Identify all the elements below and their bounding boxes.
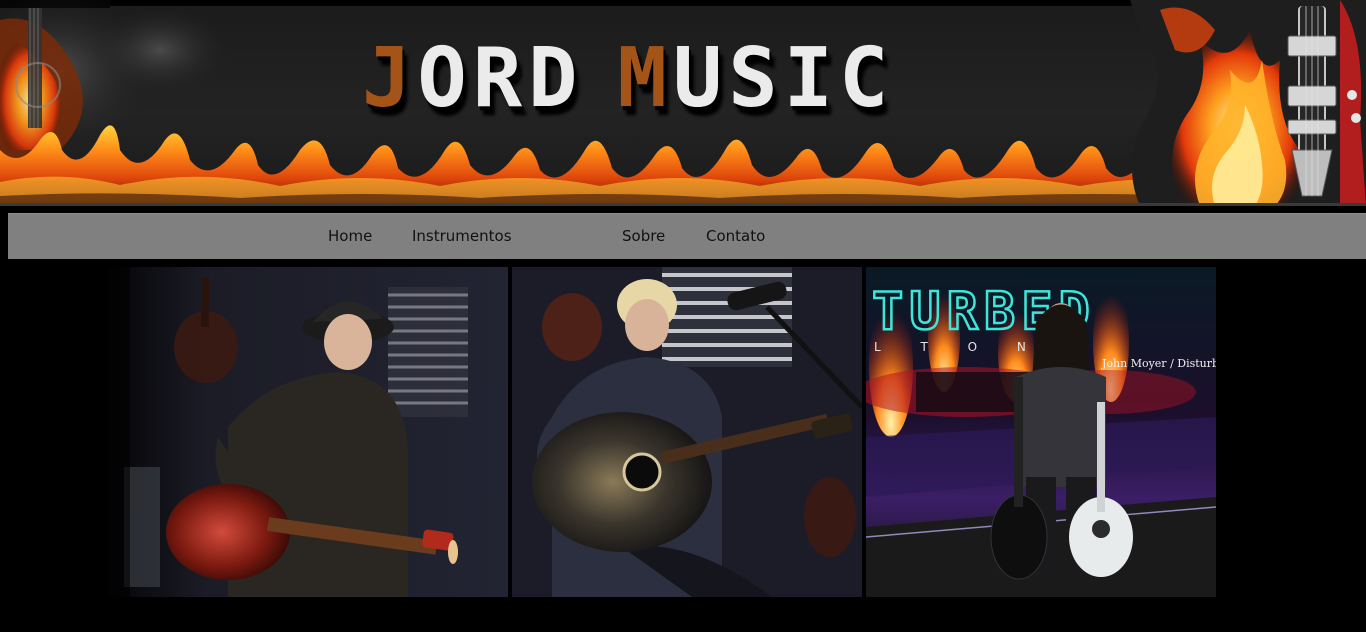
nav-link-contato[interactable]: Contato	[706, 227, 765, 245]
logo-word-usic: USIC	[672, 31, 895, 126]
photo-caption: John Moyer / Disturbed	[1101, 357, 1216, 370]
logo-initial-m: M	[617, 31, 673, 126]
photo-2-image	[512, 267, 862, 597]
flame-band	[0, 125, 1245, 206]
header-banner: JORD MUSIC	[0, 0, 1366, 206]
banner-bottom-border	[0, 203, 1366, 206]
site-logo[interactable]: JORD MUSIC	[362, 38, 894, 120]
gallery-photo-2[interactable]	[512, 267, 862, 597]
stage-sign-subtext: L T O N	[874, 340, 1044, 354]
photo-gallery: TURBED L T O N John Moyer / Disturbed	[0, 259, 1366, 632]
gallery-photo-3[interactable]: TURBED L T O N John Moyer / Disturbed	[866, 267, 1216, 597]
right-guitar-art	[1130, 0, 1366, 206]
nav-link-instrumentos[interactable]: Instrumentos	[412, 227, 512, 245]
logo-word-ord: ORD	[417, 31, 584, 126]
nav-link-sobre[interactable]: Sobre	[622, 227, 665, 245]
main-navigation: Home Instrumentos Sobre Contato	[8, 213, 1366, 259]
gallery-photo-1[interactable]	[108, 267, 508, 597]
photo-3-image: TURBED L T O N John Moyer / Disturbed	[866, 267, 1216, 597]
logo-initial-j: J	[362, 31, 418, 126]
nav-link-home[interactable]: Home	[328, 227, 372, 245]
photo-1-image	[108, 267, 508, 597]
